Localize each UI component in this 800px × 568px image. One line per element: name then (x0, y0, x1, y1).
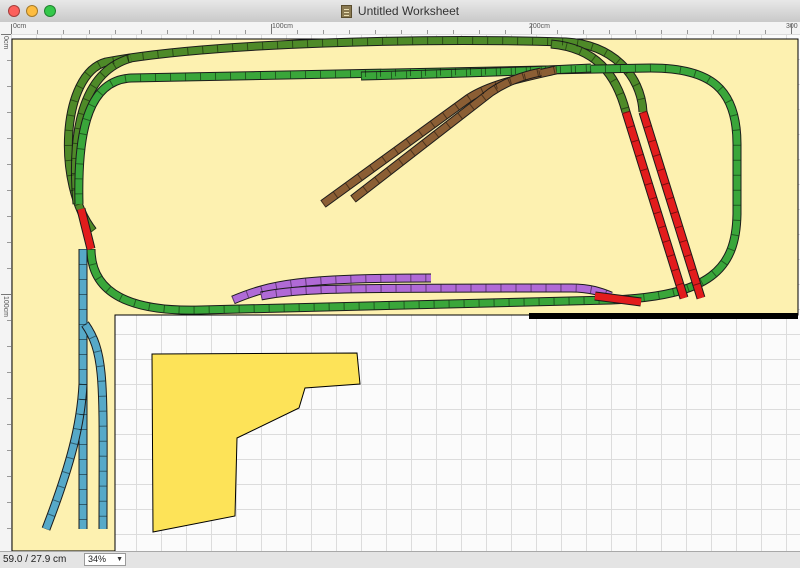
zoom-select[interactable]: 34% ▼ (84, 553, 126, 566)
drawn-shape[interactable] (151, 352, 361, 533)
title-container: Untitled Worksheet (0, 0, 800, 22)
ruler-corner (0, 22, 11, 34)
close-window-button[interactable] (8, 5, 20, 17)
baseboard-edge (529, 313, 798, 319)
status-bar: 59.0 / 27.9 cm 34% ▼ (0, 551, 800, 568)
document-icon (340, 4, 352, 18)
ruler-tick (791, 24, 792, 34)
ruler-tick (1, 34, 11, 35)
title-bar[interactable]: Untitled Worksheet (0, 0, 800, 23)
ruler-label: 100cm (272, 23, 294, 30)
ruler-label: 0cm (2, 36, 9, 50)
ruler-tick (1, 294, 11, 295)
window-title: Untitled Worksheet (357, 4, 460, 18)
worksheet-canvas[interactable] (11, 34, 800, 551)
minimize-window-button[interactable] (26, 5, 38, 17)
zoom-window-button[interactable] (44, 5, 56, 17)
ruler-label: 0cm (13, 23, 27, 30)
chevron-down-icon: ▼ (116, 556, 123, 563)
track-layout[interactable] (11, 34, 800, 551)
ruler-label: 100cm (2, 296, 9, 318)
ruler-tick (531, 24, 532, 34)
ruler-tick (271, 24, 272, 34)
ruler-tick (11, 24, 12, 34)
zoom-value: 34% (88, 554, 107, 564)
coordinate-readout: 59.0 / 27.9 cm (3, 554, 67, 565)
ruler-label: 200cm (529, 23, 551, 30)
